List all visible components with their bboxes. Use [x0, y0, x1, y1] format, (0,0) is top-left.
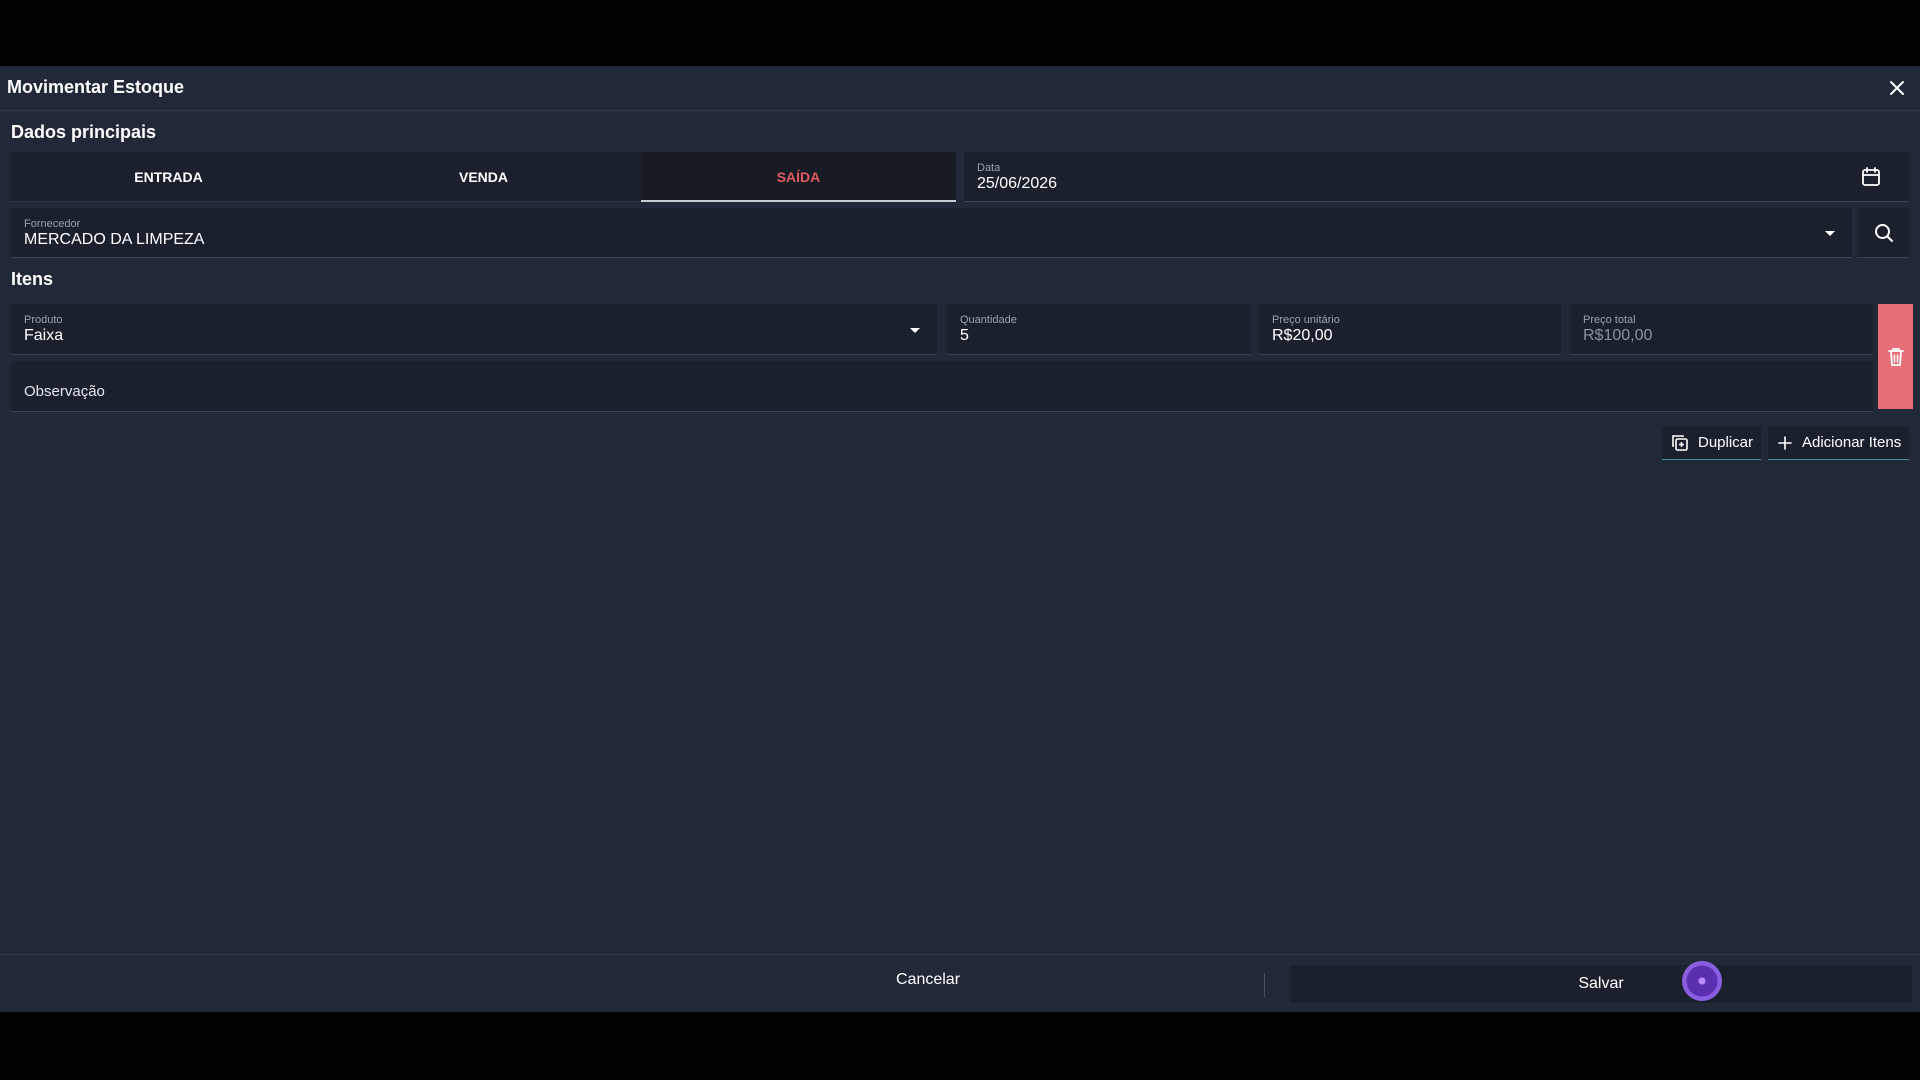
close-button[interactable] — [1886, 77, 1908, 99]
date-field[interactable]: Data 25/06/2026 — [964, 152, 1909, 202]
modal-header: Movimentar Estoque — [0, 66, 1920, 111]
calendar-button[interactable] — [1859, 165, 1883, 189]
unit-price-label: Preço unitário — [1272, 314, 1340, 326]
trash-icon — [1887, 347, 1904, 366]
add-items-label: Adicionar Itens — [1802, 434, 1902, 451]
tab-saida[interactable]: SAÍDA — [641, 152, 956, 202]
stock-movement-modal: Movimentar Estoque Dados principais ENTR… — [0, 66, 1920, 1012]
note-field[interactable]: Observação — [11, 361, 1873, 412]
search-icon — [1874, 223, 1893, 242]
unit-price-value[interactable]: R$20,00 — [1272, 327, 1333, 345]
cancel-button[interactable]: Cancelar — [828, 971, 1028, 989]
items-section-title: Itens — [11, 269, 54, 289]
supplier-label: Fornecedor — [24, 218, 81, 230]
product-select[interactable]: Produto Faixa — [11, 304, 937, 355]
movement-type-tabs: ENTRADA VENDA SAÍDA — [11, 152, 956, 202]
cursor-indicator — [1682, 961, 1722, 1001]
chevron-down-icon — [910, 328, 920, 333]
note-placeholder[interactable]: Observação — [24, 383, 105, 400]
quantity-field[interactable]: Quantidade 5 — [947, 304, 1251, 355]
delete-item-button[interactable] — [1878, 304, 1913, 409]
duplicate-label: Duplicar — [1698, 434, 1754, 451]
supplier-select[interactable]: Fornecedor MERCADO DA LIMPEZA — [11, 208, 1852, 258]
quantity-label: Quantidade — [960, 314, 1017, 326]
plus-icon — [1778, 435, 1792, 450]
footer-divider — [1264, 973, 1265, 997]
quantity-value[interactable]: 5 — [960, 327, 969, 345]
modal-footer: Cancelar Salvar — [0, 954, 1920, 1012]
add-items-button[interactable]: Adicionar Itens — [1768, 426, 1910, 460]
tab-entrada[interactable]: ENTRADA — [11, 152, 326, 201]
product-value[interactable]: Faixa — [24, 327, 63, 345]
duplicate-icon — [1672, 434, 1688, 451]
calendar-icon — [1862, 167, 1880, 186]
chevron-down-icon — [1825, 231, 1835, 236]
product-dropdown-toggle[interactable] — [907, 322, 923, 338]
main-section-title: Dados principais — [11, 122, 157, 142]
date-value[interactable]: 25/06/2026 — [977, 175, 1057, 193]
supplier-dropdown-toggle[interactable] — [1822, 225, 1838, 241]
unit-price-field[interactable]: Preço unitário R$20,00 — [1259, 304, 1561, 355]
supplier-search-button[interactable] — [1858, 208, 1909, 258]
tab-venda[interactable]: VENDA — [326, 152, 641, 201]
total-price-field: Preço total R$100,00 — [1570, 304, 1873, 355]
save-button[interactable]: Salvar — [1290, 965, 1912, 1003]
total-price-label: Preço total — [1583, 314, 1636, 326]
modal-title: Movimentar Estoque — [7, 77, 185, 97]
product-label: Produto — [24, 314, 63, 326]
supplier-value[interactable]: MERCADO DA LIMPEZA — [24, 231, 204, 249]
date-label: Data — [977, 162, 1001, 174]
duplicate-button[interactable]: Duplicar — [1662, 426, 1762, 460]
total-price-value: R$100,00 — [1583, 327, 1653, 344]
close-icon — [1890, 81, 1904, 95]
